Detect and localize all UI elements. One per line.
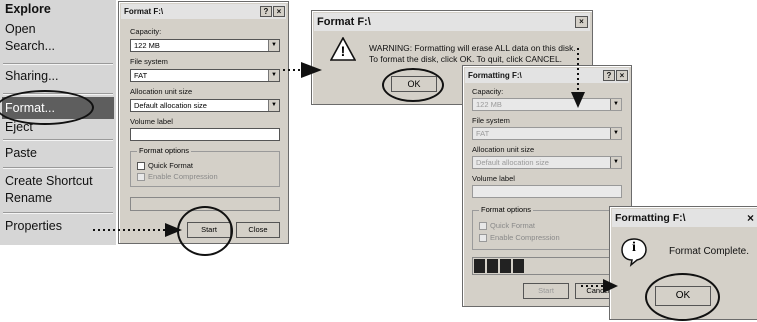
arrow-head-icon — [571, 92, 585, 108]
arrow-head-icon — [301, 62, 322, 78]
arrow-head-icon — [165, 223, 182, 237]
annotation-arrows — [93, 48, 618, 293]
arrow-head-icon — [603, 279, 618, 293]
